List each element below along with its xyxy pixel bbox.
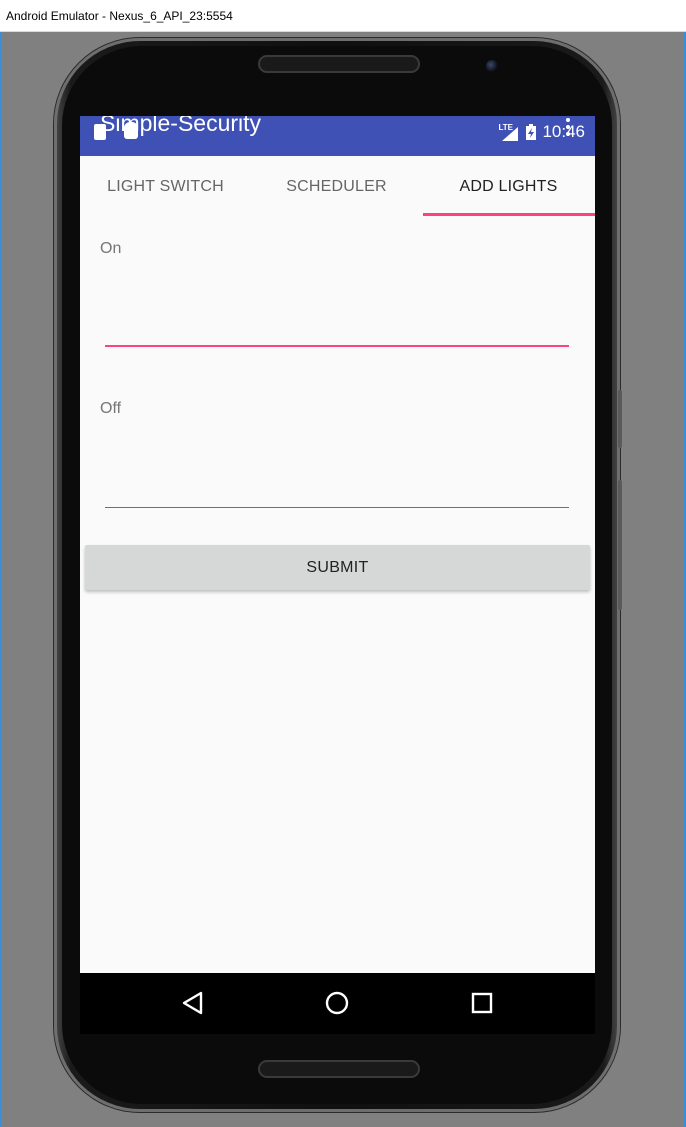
status-time: 10:46 [542,122,585,141]
off-label: Off [100,400,122,417]
back-icon[interactable] [177,987,209,1019]
notification-icon [94,124,106,140]
tab-scheduler[interactable]: SCHEDULER [251,156,422,217]
on-input-underline [105,345,569,347]
recents-icon[interactable] [466,987,498,1019]
submit-button[interactable]: SUBMIT [85,545,590,590]
android-icon [124,122,138,139]
app-bar: Simple-Security LTE 10:46 [80,116,595,156]
volume-button[interactable] [618,480,622,610]
window-titlebar: Android Emulator - Nexus_6_API_23:5554 [0,0,686,32]
phone-screen: Simple-Security LTE 10:46 LIGHT SWITCH S… [80,116,595,1034]
front-camera [486,60,498,72]
window-frame-left [0,32,1,1127]
off-input-underline [105,507,569,508]
battery-icon [526,124,537,140]
bottom-speaker [258,1060,420,1078]
power-button[interactable] [618,390,622,448]
tab-add-lights[interactable]: ADD LIGHTS [423,156,594,217]
overflow-menu-icon[interactable] [566,116,570,140]
tab-light-switch[interactable]: LIGHT SWITCH [80,156,251,217]
off-input[interactable] [105,474,569,504]
on-label: On [100,240,122,257]
status-bar: LTE 10:46 [498,120,585,144]
tab-bar: LIGHT SWITCH SCHEDULER ADD LIGHTS [80,156,595,217]
top-speaker [258,55,420,73]
window-title: Android Emulator - Nexus_6_API_23:5554 [6,9,233,23]
tab-indicator [423,213,595,216]
on-input[interactable] [105,314,569,344]
lte-signal-icon: LTE [498,123,520,141]
navigation-bar [80,973,595,1034]
home-icon[interactable] [321,987,353,1019]
